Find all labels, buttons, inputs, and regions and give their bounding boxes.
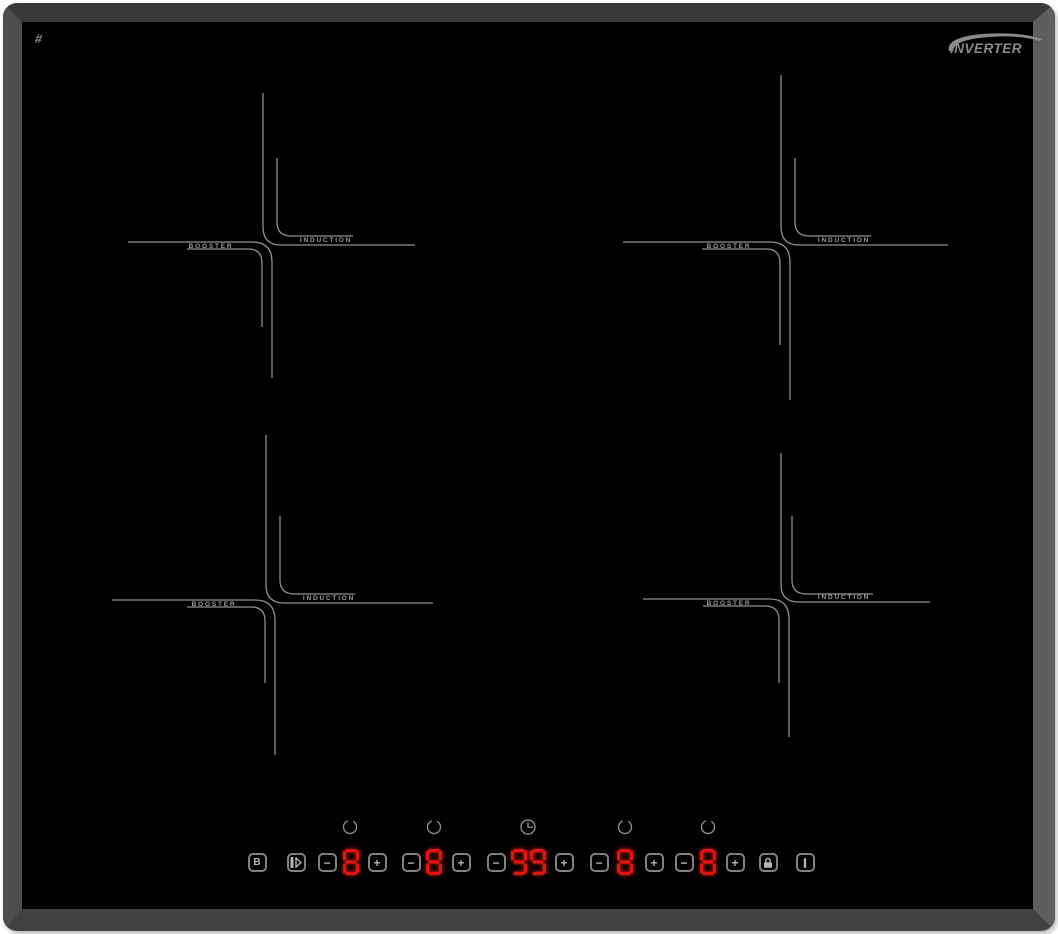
timer-display xyxy=(511,849,546,880)
booster-label: BOOSTER xyxy=(192,601,237,608)
cooking-zone-front-left: BOOSTER INDUCTION xyxy=(112,435,433,755)
induction-label: INDUCTION xyxy=(818,594,870,601)
cooking-zone-rear-left: BOOSTER INDUCTION xyxy=(128,93,415,378)
power-button[interactable] xyxy=(796,853,815,872)
zone2-plus-button[interactable]: + xyxy=(452,853,471,872)
timer-clock-icon xyxy=(521,820,535,834)
booster-button[interactable]: B xyxy=(248,853,267,872)
timer-plus-button[interactable]: + xyxy=(555,853,574,872)
cooking-zones: BOOSTER INDUCTION BOOSTER INDUCTION xyxy=(22,22,1033,909)
zone1-indicator-ring-icon xyxy=(341,818,359,836)
zone2-indicator-ring-icon xyxy=(425,818,443,836)
padlock-icon xyxy=(762,857,774,869)
booster-label: BOOSTER xyxy=(707,600,752,607)
induction-label: INDUCTION xyxy=(300,237,352,244)
zone3-indicator-ring-icon xyxy=(616,818,634,836)
zone3-power-display xyxy=(617,849,633,880)
zone4-power-display xyxy=(700,849,716,880)
zone3-minus-button[interactable]: − xyxy=(590,853,609,872)
zone4-indicator-ring-icon xyxy=(699,818,717,836)
zone1-plus-button[interactable]: + xyxy=(368,853,387,872)
booster-label: BOOSTER xyxy=(189,243,234,250)
zone2-power-display xyxy=(426,849,442,880)
booster-label: BOOSTER xyxy=(707,243,752,250)
product-image: # INVERTER BOOSTER INDUCTION xyxy=(0,0,1058,934)
zone4-minus-button[interactable]: − xyxy=(675,853,694,872)
zone1-power-display xyxy=(343,849,359,880)
zone3-plus-button[interactable]: + xyxy=(645,853,664,872)
zone4-plus-button[interactable]: + xyxy=(726,853,745,872)
zone2-minus-button[interactable]: − xyxy=(402,853,421,872)
cooking-zone-rear-right: BOOSTER INDUCTION xyxy=(623,75,948,400)
induction-label: INDUCTION xyxy=(303,595,355,602)
glass-surface: # INVERTER BOOSTER INDUCTION xyxy=(22,22,1033,909)
timer-minus-button[interactable]: − xyxy=(487,853,506,872)
cooking-zone-front-right: BOOSTER INDUCTION xyxy=(643,453,930,737)
zone1-minus-button[interactable]: − xyxy=(318,853,337,872)
lock-button[interactable] xyxy=(759,853,778,872)
power-bar-icon xyxy=(799,857,811,869)
induction-label: INDUCTION xyxy=(818,237,870,244)
bar-play-icon xyxy=(290,857,302,868)
cooktop-frame: # INVERTER BOOSTER INDUCTION xyxy=(3,3,1055,931)
pause-button[interactable] xyxy=(287,853,306,872)
